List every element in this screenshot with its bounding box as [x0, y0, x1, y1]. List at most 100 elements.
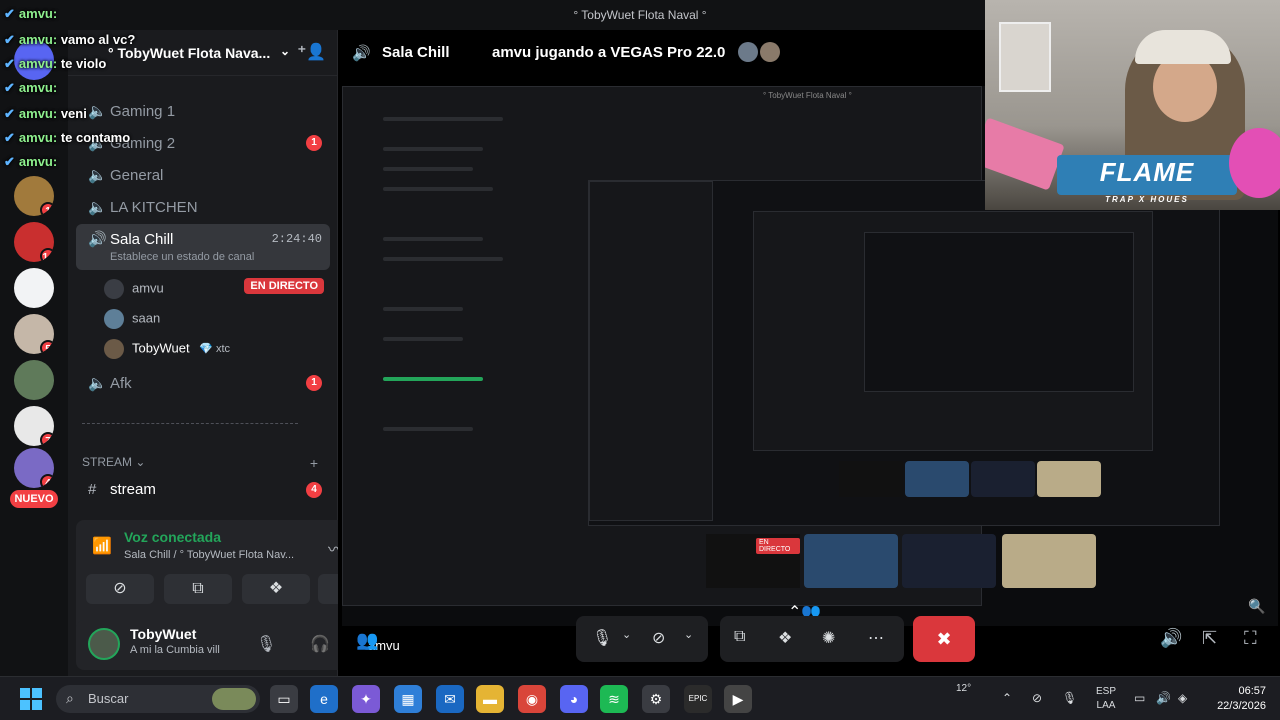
divider	[82, 423, 298, 424]
streamer-hat	[1135, 30, 1231, 64]
participant-tile-tobywuet[interactable]	[1002, 534, 1096, 588]
server-header[interactable]: ° TobyWuet Flota Nava... ⌄ ⁺👤	[68, 30, 338, 76]
activities-icon[interactable]: ❖	[778, 628, 792, 648]
notification-icon[interactable]: ◈	[1178, 691, 1187, 705]
server-icon[interactable]: 4	[14, 448, 54, 488]
microphone-tray-icon[interactable]: 🎙	[1062, 691, 1077, 705]
more-icon[interactable]: ⋯	[868, 628, 884, 648]
signal-icon: 📶	[92, 538, 112, 555]
add-people-icon[interactable]: 👥	[356, 630, 378, 651]
avatar[interactable]	[88, 628, 120, 660]
taskbar-search[interactable]: ⌕ Buscar	[56, 685, 260, 713]
server-icon[interactable]	[14, 360, 54, 400]
channel-label: Gaming 1	[110, 103, 176, 120]
server-icon[interactable]	[14, 268, 54, 308]
speaker-icon: 🔊	[352, 45, 371, 62]
server-icon[interactable]: 1	[14, 176, 54, 216]
speaker-icon: 🔈	[88, 135, 107, 152]
fullscreen-icon[interactable]: ⛶	[1244, 628, 1257, 649]
media-player-icon[interactable]: ▶	[724, 685, 752, 713]
discord-icon[interactable]: ◕	[560, 685, 588, 713]
server-icon[interactable]: 7	[14, 406, 54, 446]
flame-logo: FLAME TRAP X HOUES	[1057, 155, 1237, 204]
file-explorer-icon[interactable]: ▬	[476, 685, 504, 713]
server-icon[interactable]: 5	[14, 314, 54, 354]
channel-status[interactable]: Establece un estado de canal	[110, 251, 254, 263]
avatar	[104, 279, 124, 299]
speaker-icon: 🔈	[88, 375, 107, 392]
zoom-icon[interactable]: 🔍	[1248, 598, 1265, 615]
channel-sala-chill[interactable]: 🔊 Sala Chill 2:24:40 Establece un estado …	[76, 224, 330, 270]
display-icon[interactable]: ▭	[1134, 691, 1145, 705]
clock-date: 22/3/2026	[1217, 700, 1266, 712]
outlook-icon[interactable]: ✉	[436, 685, 464, 713]
microphone-icon[interactable]: 🎙	[256, 634, 276, 654]
speaker-tray-icon[interactable]: 🔊	[1156, 691, 1171, 705]
server-name: ° TobyWuet Flota Nava...	[108, 45, 271, 61]
mock-line	[383, 187, 493, 191]
volume-icon[interactable]: 🔊	[1160, 628, 1182, 649]
channel-gaming-1[interactable]: 🔈 Gaming 1	[76, 96, 330, 126]
chevron-down-icon[interactable]: ⌄	[684, 628, 693, 641]
unread-count: 1	[306, 375, 322, 391]
server-icon[interactable]: 14	[14, 222, 54, 262]
leave-call-button[interactable]: ✖	[913, 616, 975, 662]
channel-label: LA KITCHEN	[110, 199, 198, 216]
activities-button[interactable]: ❖	[242, 574, 310, 604]
screen-share-icon[interactable]: ⧉	[734, 628, 745, 646]
language-indicator[interactable]: ESP LAA	[1096, 685, 1116, 713]
speaker-icon: 🔈	[88, 199, 107, 216]
copilot-icon[interactable]: ✦	[352, 685, 380, 713]
participant-tile-amvu[interactable]: EN DIRECTO	[706, 534, 800, 588]
store-icon[interactable]: ▦	[394, 685, 422, 713]
live-badge: EN DIRECTO	[244, 278, 324, 294]
microphone-icon[interactable]: 🎙	[592, 628, 612, 648]
network-icon[interactable]: ⊘	[1032, 691, 1042, 705]
camera-off-button[interactable]: ⊘	[86, 574, 154, 604]
camera-off-icon[interactable]: ⊘	[652, 628, 665, 648]
voice-user[interactable]: TobyWuet 💎 xtc	[104, 335, 324, 361]
category-stream[interactable]: STREAM ⌄ +	[82, 455, 328, 475]
edge-icon[interactable]: e	[310, 685, 338, 713]
username[interactable]: TobyWuet	[130, 626, 196, 642]
clock-time: 06:57	[1238, 685, 1266, 697]
activity-controls: ⧉ ❖ ✺ ⋯	[720, 616, 904, 662]
server-badge: 5	[40, 340, 54, 354]
popout-icon[interactable]: ⇱	[1202, 628, 1217, 649]
channel-la-kitchen[interactable]: 🔈 LA KITCHEN	[76, 192, 330, 222]
voice-status-subtitle[interactable]: Sala Chill / ° TobyWuet Flota Nav...	[124, 549, 324, 561]
windows-start-icon[interactable]	[20, 688, 42, 710]
voice-user-name: saan	[132, 310, 161, 326]
add-channel-icon[interactable]: +	[310, 455, 318, 471]
nested-stream-level-2	[588, 180, 1220, 526]
chevron-down-icon[interactable]: ⌄	[622, 628, 631, 641]
screen-share-button[interactable]: ⧉	[164, 574, 232, 604]
participant-tile-saan[interactable]	[804, 534, 898, 588]
spotify-icon[interactable]: ≋	[600, 685, 628, 713]
search-highlight-image	[212, 688, 256, 710]
participant-tile[interactable]	[902, 534, 996, 588]
channel-afk[interactable]: 🔈 Afk 1	[76, 368, 330, 398]
app-icon[interactable]: ⚙	[642, 685, 670, 713]
new-badge[interactable]: NUEVO	[10, 490, 58, 508]
system-clock[interactable]: 06:57 22/3/2026	[1206, 684, 1266, 714]
headphones-icon[interactable]: 🎧	[310, 634, 330, 654]
voice-user[interactable]: amvu EN DIRECTO	[104, 275, 324, 301]
voice-status-title[interactable]: Voz conectada	[124, 529, 221, 545]
weather-temp[interactable]: 12°	[956, 683, 971, 694]
soundboard-icon[interactable]: ✺	[822, 628, 835, 648]
user-tag-text: xtc	[215, 343, 231, 356]
channel-label: Sala Chill	[110, 231, 174, 248]
channel-stream[interactable]: # stream 4	[76, 475, 330, 505]
invite-icon[interactable]: ⁺👤	[298, 42, 326, 62]
channel-label: stream	[110, 481, 156, 498]
task-view-icon[interactable]: ▭	[270, 685, 298, 713]
voice-user[interactable]: saan	[104, 305, 324, 331]
home-button[interactable]	[14, 40, 54, 80]
chrome-icon[interactable]: ◉	[518, 685, 546, 713]
channel-general[interactable]: 🔈 General	[76, 160, 330, 190]
chevron-up-icon[interactable]: ⌃	[1002, 691, 1012, 705]
epic-games-icon[interactable]: EPIC	[684, 685, 712, 713]
keyboard-layout: LAA	[1096, 700, 1116, 711]
channel-gaming-2[interactable]: 🔈 Gaming 2 1	[76, 128, 330, 158]
